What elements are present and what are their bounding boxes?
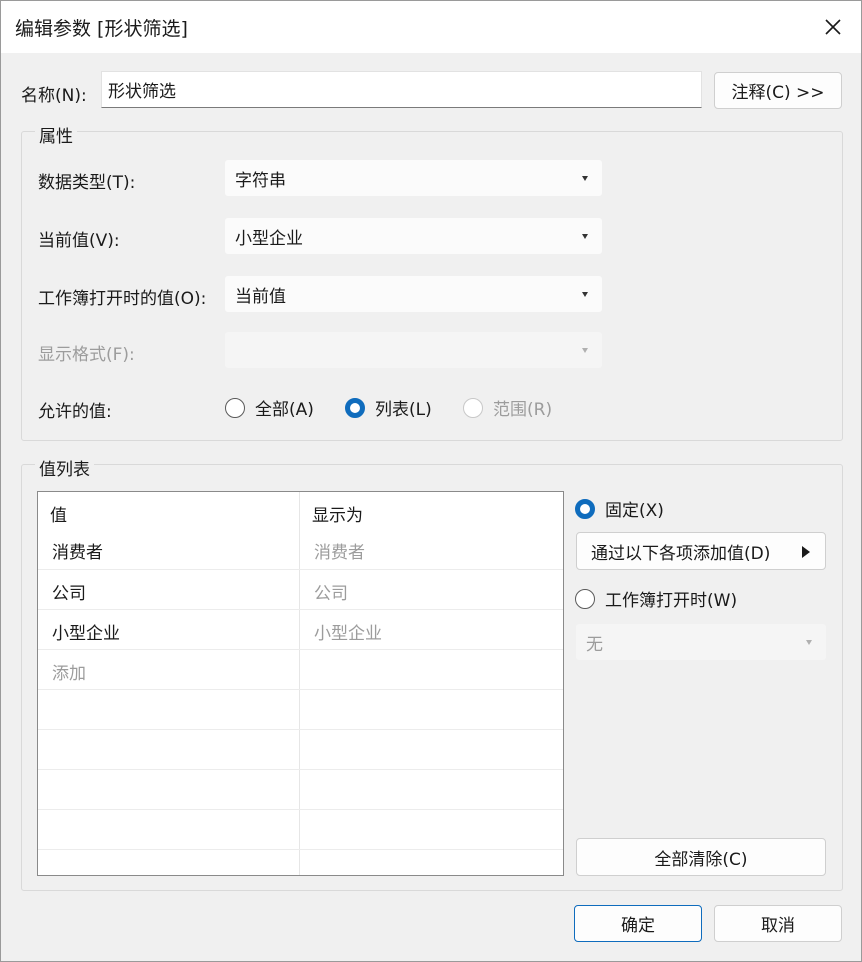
chevron-down-icon	[806, 640, 812, 645]
add-values-from-button[interactable]: 通过以下各项添加值(D)	[576, 532, 826, 570]
column-header-value: 值	[50, 506, 67, 526]
chevron-down-icon	[582, 234, 588, 239]
empty-row	[38, 689, 563, 729]
value-list-table: 值 显示为 消费者 消费者 公司 公司 小型企业 小型企业 添加	[37, 491, 564, 876]
row-display: 消费者	[314, 543, 365, 563]
close-icon	[825, 19, 841, 35]
radio-circle	[463, 397, 483, 418]
allowed-all-radio[interactable]: 全部(A)	[225, 395, 314, 420]
allowed-range-radio: 范围(R)	[463, 395, 552, 420]
value-list-group-title: 值列表	[35, 455, 94, 480]
chevron-down-icon	[582, 176, 588, 181]
row-display: 小型企业	[314, 624, 382, 644]
table-header: 值 显示为	[38, 492, 563, 529]
empty-row	[38, 849, 563, 875]
fixed-radio-label: 固定(X)	[605, 501, 664, 521]
row-value: 公司	[52, 584, 86, 604]
name-label: 名称(N):	[21, 86, 87, 106]
allowed-list-radio[interactable]: 列表(L)	[345, 395, 432, 420]
display-format-label: 显示格式(F):	[38, 345, 135, 365]
allowed-list-label: 列表(L)	[375, 400, 432, 420]
data-type-select[interactable]: 字符串	[224, 159, 603, 197]
empty-row	[38, 729, 563, 769]
radio-circle	[575, 588, 595, 609]
row-value: 小型企业	[52, 624, 120, 644]
name-input-value: 形状筛选	[108, 82, 176, 102]
table-row[interactable]: 小型企业 小型企业	[38, 609, 563, 649]
add-values-from-label: 通过以下各项添加值(D)	[591, 543, 771, 564]
on-open-value: 无	[586, 634, 603, 655]
table-row[interactable]: 公司 公司	[38, 569, 563, 609]
add-row[interactable]: 添加	[38, 649, 563, 689]
empty-row	[38, 809, 563, 849]
chevron-down-icon	[582, 348, 588, 353]
table-row[interactable]: 消费者 消费者	[38, 529, 563, 569]
on-open-select: 无	[575, 623, 827, 661]
on-open-radio[interactable]: 工作簿打开时(W)	[575, 586, 737, 611]
name-input[interactable]: 形状筛选	[101, 71, 702, 108]
column-header-display: 显示为	[312, 506, 363, 526]
workbook-open-value-value: 当前值	[235, 286, 286, 307]
edit-parameter-dialog: 编辑参数 [形状筛选] 名称(N): 形状筛选 注释(C) >> 属性 数据类型…	[0, 0, 862, 962]
clear-all-button[interactable]: 全部清除(C)	[576, 838, 826, 876]
title-bar: 编辑参数 [形状筛选]	[1, 1, 861, 53]
radio-circle	[225, 397, 245, 418]
allowed-range-label: 范围(R)	[493, 400, 553, 420]
workbook-open-value-label: 工作簿打开时的值(O):	[38, 289, 207, 309]
current-value-label: 当前值(V):	[38, 231, 120, 251]
current-value-value: 小型企业	[235, 228, 303, 249]
on-open-radio-label: 工作簿打开时(W)	[605, 591, 738, 611]
display-format-select	[224, 331, 603, 369]
row-display: 公司	[314, 584, 348, 604]
cancel-button[interactable]: 取消	[714, 905, 842, 942]
add-row-placeholder: 添加	[52, 664, 86, 684]
dialog-title: 编辑参数 [形状筛选]	[15, 18, 188, 40]
properties-group-title: 属性	[35, 122, 77, 147]
radio-circle-checked	[345, 397, 365, 418]
ok-button[interactable]: 确定	[574, 905, 702, 942]
comment-button[interactable]: 注释(C) >>	[714, 72, 842, 109]
current-value-select[interactable]: 小型企业	[224, 217, 603, 255]
fixed-radio[interactable]: 固定(X)	[575, 496, 664, 521]
data-type-label: 数据类型(T):	[38, 173, 136, 193]
data-type-value: 字符串	[235, 170, 286, 191]
empty-row	[38, 769, 563, 809]
allowed-values-label: 允许的值:	[38, 402, 112, 422]
close-button[interactable]	[815, 9, 851, 45]
allowed-all-label: 全部(A)	[255, 400, 314, 420]
row-value: 消费者	[52, 543, 103, 563]
chevron-down-icon	[582, 292, 588, 297]
workbook-open-value-select[interactable]: 当前值	[224, 275, 603, 313]
radio-circle-checked	[575, 498, 595, 519]
triangle-right-icon	[802, 546, 810, 558]
